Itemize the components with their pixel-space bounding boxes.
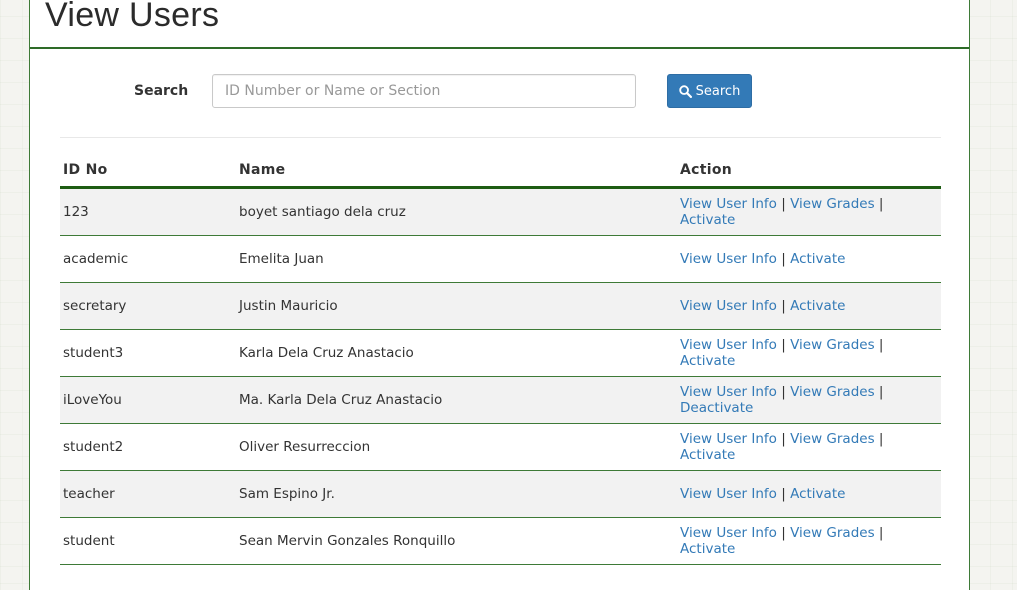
view-user-info-link[interactable]: View User Info — [680, 486, 777, 502]
action-separator: | — [776, 525, 791, 541]
action-separator: | — [776, 298, 791, 314]
view-grades-link[interactable]: View Grades — [790, 384, 875, 400]
activate-link[interactable]: Activate — [790, 298, 845, 314]
users-table: ID No Name Action 123 boyet santiago dela… — [60, 153, 941, 565]
cell-actions: View User Info | View Grades | Activate — [677, 423, 941, 471]
action-separator: | — [776, 251, 791, 267]
view-grades-link[interactable]: View Grades — [790, 337, 875, 353]
page-title: View Users — [45, 0, 220, 34]
activate-link[interactable]: Activate — [680, 447, 735, 463]
view-user-info-link[interactable]: View User Info — [680, 384, 777, 400]
view-users-panel: View Users Search Search ID No Name Acti… — [29, 0, 970, 590]
view-user-info-link[interactable]: View User Info — [680, 337, 777, 353]
view-grades-link[interactable]: View Grades — [790, 525, 875, 541]
cell-name: Oliver Resurreccion — [236, 423, 677, 471]
search-icon — [678, 84, 692, 98]
cell-id: iLoveYou — [60, 376, 236, 424]
activate-link[interactable]: Activate — [790, 486, 845, 502]
panel-heading: View Users — [30, 0, 969, 49]
table-row: iLoveYou Ma. Karla Dela Cruz Anastacio Vie… — [60, 376, 941, 424]
column-header-id: ID No — [60, 153, 236, 189]
cell-id: teacher — [60, 470, 236, 518]
action-separator: | — [776, 384, 791, 400]
cell-actions: View User Info | View Grades | Activate — [677, 329, 941, 377]
column-header-action: Action — [677, 153, 941, 189]
view-grades-link[interactable]: View Grades — [790, 196, 875, 212]
view-user-info-link[interactable]: View User Info — [680, 196, 777, 212]
cell-id: student3 — [60, 329, 236, 377]
action-separator: | — [874, 525, 884, 541]
search-input[interactable] — [212, 74, 636, 108]
action-separator: | — [776, 337, 791, 353]
cell-name: Emelita Juan — [236, 235, 677, 283]
view-user-info-link[interactable]: View User Info — [680, 298, 777, 314]
view-user-info-link[interactable]: View User Info — [680, 431, 777, 447]
activate-link[interactable]: Activate — [680, 541, 735, 557]
table-row: secretary Justin Mauricio View User Info |… — [60, 282, 941, 330]
cell-id: student2 — [60, 423, 236, 471]
view-grades-link[interactable]: View Grades — [790, 431, 875, 447]
cell-id: student — [60, 517, 236, 565]
cell-actions: View User Info | View Grades | Activate — [677, 187, 941, 236]
cell-name: Ma. Karla Dela Cruz Anastacio — [236, 376, 677, 424]
activate-link[interactable]: Activate — [790, 251, 845, 267]
table-row: student3 Karla Dela Cruz Anastacio View Us… — [60, 329, 941, 377]
action-separator: | — [776, 486, 791, 502]
cell-name: Sam Espino Jr. — [236, 470, 677, 518]
cell-actions: View User Info | Activate — [677, 470, 941, 518]
table-row: teacher Sam Espino Jr. View User Info | Ac… — [60, 470, 941, 518]
column-header-name: Name — [236, 153, 677, 189]
table-header-row: ID No Name Action — [60, 153, 941, 189]
search-button-label: Search — [695, 83, 741, 99]
cell-actions: View User Info | View Grades | Deactivat… — [677, 376, 941, 424]
table-row: 123 boyet santiago dela cruz View User Inf… — [60, 187, 941, 236]
search-label: Search — [134, 83, 189, 99]
cell-id: academic — [60, 235, 236, 283]
search-button[interactable]: Search — [667, 74, 752, 108]
cell-name: boyet santiago dela cruz — [236, 187, 677, 236]
table-row: academic Emelita Juan View User Info | Act… — [60, 235, 941, 283]
cell-name: Sean Mervin Gonzales Ronquillo — [236, 517, 677, 565]
view-user-info-link[interactable]: View User Info — [680, 525, 777, 541]
deactivate-link[interactable]: Deactivate — [680, 400, 753, 416]
table-row: student2 Oliver Resurreccion View User Inf… — [60, 423, 941, 471]
cell-actions: View User Info | Activate — [677, 282, 941, 330]
cell-name: Karla Dela Cruz Anastacio — [236, 329, 677, 377]
cell-id: 123 — [60, 187, 236, 236]
cell-id: secretary — [60, 282, 236, 330]
table-row: student Sean Mervin Gonzales Ronquillo Vie… — [60, 517, 941, 565]
divider — [60, 137, 941, 138]
view-user-info-link[interactable]: View User Info — [680, 251, 777, 267]
cell-name: Justin Mauricio — [236, 282, 677, 330]
action-separator: | — [776, 196, 791, 212]
action-separator: | — [874, 337, 884, 353]
users-table-body: 123 boyet santiago dela cruz View User Inf… — [60, 187, 941, 565]
cell-actions: View User Info | View Grades | Activate — [677, 517, 941, 565]
action-separator: | — [874, 431, 884, 447]
action-separator: | — [874, 384, 884, 400]
activate-link[interactable]: Activate — [680, 212, 735, 228]
action-separator: | — [776, 431, 791, 447]
cell-actions: View User Info | Activate — [677, 235, 941, 283]
activate-link[interactable]: Activate — [680, 353, 735, 369]
action-separator: | — [874, 196, 884, 212]
